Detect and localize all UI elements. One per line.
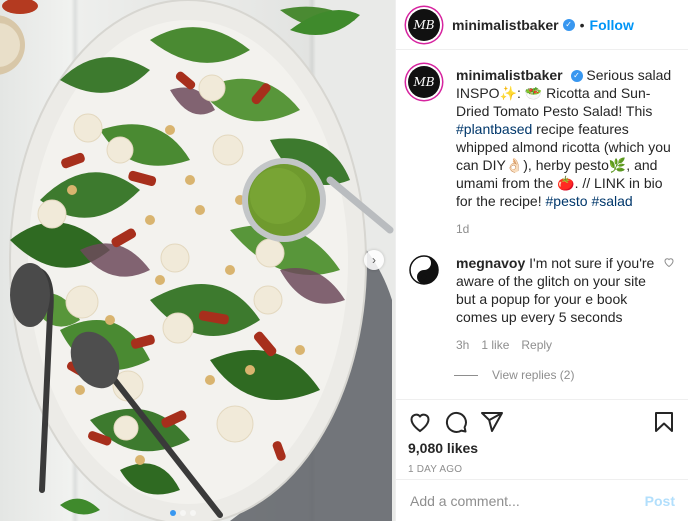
action-bar xyxy=(396,400,688,436)
comment-username[interactable]: megnavoy xyxy=(456,255,525,271)
avatar-initials: MB xyxy=(413,17,435,32)
like-count[interactable]: 9,080 likes xyxy=(396,436,688,458)
hashtag-link[interactable]: #plantbased xyxy=(456,121,532,137)
avatar-initials: MB xyxy=(413,75,435,89)
tomato-emoji: 🍅 xyxy=(557,175,575,191)
yin-yang-icon xyxy=(409,255,439,285)
carousel-indicator xyxy=(170,510,196,516)
avatar[interactable]: MB xyxy=(408,66,440,98)
comment-meta: 3h 1 like Reply xyxy=(456,336,656,354)
next-image-button[interactable]: › xyxy=(364,250,384,270)
hashtag-link[interactable]: #pesto xyxy=(546,193,588,209)
carousel-dot xyxy=(180,510,186,516)
caption-meta: 1d xyxy=(456,220,676,238)
like-comment-heart-icon[interactable] xyxy=(662,256,676,268)
separator: • xyxy=(579,16,585,33)
post-header: MB minimalistbaker ✓ • Follow xyxy=(396,0,688,50)
follow-button[interactable]: Follow xyxy=(590,17,634,33)
avatar[interactable]: MB xyxy=(408,8,440,41)
carousel-dot xyxy=(170,510,176,516)
salad-emoji: 🥗 xyxy=(524,85,543,101)
post-comment-button[interactable]: Post xyxy=(645,493,675,509)
replies-divider xyxy=(454,374,478,376)
caption-text: : xyxy=(517,85,525,101)
post-sidebar: MB minimalistbaker ✓ • Follow MB minimal… xyxy=(395,0,688,521)
comment-icon[interactable] xyxy=(444,410,468,434)
reply-button[interactable]: Reply xyxy=(521,336,552,354)
comment-time: 3h xyxy=(456,338,470,352)
comment-body: megnavoy I'm not sure if you're aware of… xyxy=(456,254,656,354)
chevron-right-icon: › xyxy=(372,253,376,267)
salad-plate-illustration xyxy=(0,0,394,521)
caption-body: minimalistbaker ✓ Serious salad INSPO✨: … xyxy=(456,66,676,238)
view-replies-label: View replies (2) xyxy=(492,368,575,382)
caption-username[interactable]: minimalistbaker xyxy=(456,67,563,83)
caption-text: ), herby pesto xyxy=(523,157,609,173)
add-comment-bar: Post xyxy=(396,479,688,521)
comment-likes[interactable]: 1 like xyxy=(481,336,509,354)
post-photo: › xyxy=(0,0,395,521)
verified-badge-icon: ✓ xyxy=(562,18,575,31)
caption: MB minimalistbaker ✓ Serious salad INSPO… xyxy=(408,66,676,238)
caption-time: 1d xyxy=(456,222,470,236)
header-username[interactable]: minimalistbaker xyxy=(452,17,559,33)
hashtag-link[interactable]: #salad xyxy=(591,193,632,209)
bookmark-icon[interactable] xyxy=(652,410,676,434)
heart-icon[interactable] xyxy=(408,410,432,434)
herb-emoji: 🌿 xyxy=(608,157,627,173)
view-replies-button[interactable]: View replies (2) xyxy=(454,368,676,382)
comments-section: MB minimalistbaker ✓ Serious salad INSPO… xyxy=(396,50,688,400)
sparkles-emoji: ✨ xyxy=(499,85,518,101)
comment-input[interactable] xyxy=(410,492,645,509)
avatar[interactable] xyxy=(408,254,440,286)
comment: megnavoy I'm not sure if you're aware of… xyxy=(408,254,676,354)
share-icon[interactable] xyxy=(480,410,504,434)
ok-hand-emoji: 👌🏻 xyxy=(505,157,524,173)
carousel-dot xyxy=(190,510,196,516)
verified-badge-icon: ✓ xyxy=(570,70,583,83)
